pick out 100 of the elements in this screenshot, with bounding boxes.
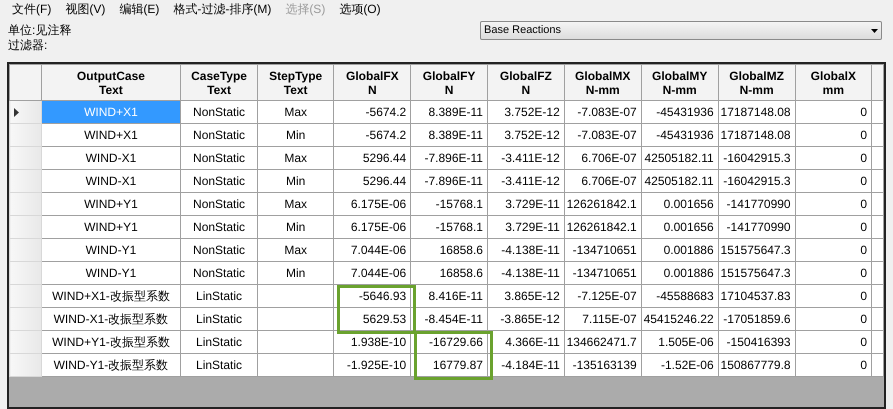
table-cell: -135163139 xyxy=(564,354,642,376)
table-cell: 0 xyxy=(795,354,872,376)
menu-item[interactable]: 文件(F) xyxy=(6,0,58,18)
table-cell: 3.729E-11 xyxy=(487,192,564,216)
column-header[interactable]: StepType Text xyxy=(257,64,334,100)
table-cell: 0.001886 xyxy=(641,262,718,284)
table-cell: -45588683 xyxy=(641,284,718,308)
table-cell: 4.366E-11 xyxy=(487,330,564,354)
table-cell: 7.044E-06 xyxy=(334,238,411,262)
table-cell: WIND-X1 xyxy=(41,170,181,192)
table-cell: NonStatic xyxy=(180,216,258,238)
table-cell: 151575647.3 xyxy=(718,238,796,262)
units-label: 单位:见注释 xyxy=(8,23,72,38)
table-cell: Min xyxy=(257,216,334,238)
table-cell: 150867779.8 xyxy=(718,354,796,376)
table-cell: Max xyxy=(257,238,334,262)
table-cell: -17051859.6 xyxy=(718,308,796,330)
table-cell: LinStatic xyxy=(180,354,258,376)
table-cell: 17187148.08 xyxy=(718,100,796,124)
table-cell: WIND+Y1 xyxy=(41,192,181,216)
table-cell: 17187148.08 xyxy=(718,124,796,146)
table-cell: NonStatic xyxy=(180,170,258,192)
table-cell: WIND-X1 xyxy=(41,146,181,170)
column-header[interactable]: GlobalMZ N-mm xyxy=(718,64,796,100)
table-cell: Max xyxy=(257,192,334,216)
table-cell: Max xyxy=(257,100,334,124)
table-cell: -15768.1 xyxy=(410,192,488,216)
table-cell: -15768.1 xyxy=(410,216,488,238)
column-header[interactable]: GlobalX mm xyxy=(795,64,872,100)
table-cell: -4.138E-11 xyxy=(487,262,564,284)
menu-item[interactable]: 选项(O) xyxy=(333,0,387,18)
table-cell: -1.925E-10 xyxy=(334,354,411,376)
table-cell: -134710651 xyxy=(564,238,642,262)
table-cell: 0 xyxy=(795,262,872,284)
table-cell: -45431936 xyxy=(641,124,718,146)
table-cell: -5674.2 xyxy=(334,100,411,124)
menu-item[interactable]: 格式-过滤-排序(M) xyxy=(167,0,278,18)
table-cell: 42505182.11 xyxy=(641,146,718,170)
table-cell: 16858.6 xyxy=(410,238,488,262)
table-cell: NonStatic xyxy=(180,238,258,262)
column-header[interactable]: GlobalFY N xyxy=(410,64,488,100)
row-header[interactable] xyxy=(10,100,42,124)
table-cell: Min xyxy=(257,262,334,284)
table-cell: -134710651 xyxy=(564,262,642,284)
table-cell: 0 xyxy=(795,284,872,308)
table-cell: NonStatic xyxy=(180,100,258,124)
table-cell: 6.706E-07 xyxy=(564,146,642,170)
table-cell: 16858.6 xyxy=(410,262,488,284)
table-cell: 0.001656 xyxy=(641,192,718,216)
table-cell: -45431936 xyxy=(641,100,718,124)
table-cell: -4.184E-11 xyxy=(487,354,564,376)
table-cell: 126261842.1 xyxy=(564,192,642,216)
dropdown-arrow-icon xyxy=(871,28,878,32)
table-cell: -7.896E-11 xyxy=(410,170,488,192)
table-cell: 8.416E-11 xyxy=(410,284,488,308)
column-header[interactable]: GlobalFX N xyxy=(334,64,411,100)
table-cell: -16042915.3 xyxy=(718,170,796,192)
corner-cell xyxy=(10,64,42,100)
column-header[interactable]: GlobalMX N-mm xyxy=(564,64,642,100)
table-cell: 3.729E-11 xyxy=(487,216,564,238)
table-cell: NonStatic xyxy=(180,192,258,216)
table-cell: 3.865E-12 xyxy=(487,284,564,308)
table-cell: -150416393 xyxy=(718,330,796,354)
table-cell: -3.411E-12 xyxy=(487,146,564,170)
table-cell: 6.175E-06 xyxy=(334,192,411,216)
column-header[interactable]: CaseType Text xyxy=(180,64,258,100)
table-cell: -7.083E-07 xyxy=(564,124,642,146)
table-cell: LinStatic xyxy=(180,330,258,354)
table-cell: -1.52E-06 xyxy=(641,354,718,376)
table-cell: 151575647.3 xyxy=(718,262,796,284)
table-cell: NonStatic xyxy=(180,124,258,146)
table-cell: 0 xyxy=(795,238,872,262)
table-cell: NonStatic xyxy=(180,146,258,170)
table-cell: Max xyxy=(257,146,334,170)
column-header[interactable]: GlobalMY N-mm xyxy=(641,64,718,100)
column-header[interactable]: OutputCase Text xyxy=(41,64,181,100)
table-cell: 8.389E-11 xyxy=(410,100,488,124)
filter-label: 过滤器: xyxy=(8,38,48,53)
table-select[interactable]: Base Reactions xyxy=(480,21,882,40)
table-cell: WIND+Y1 xyxy=(41,216,181,238)
table-cell: -5674.2 xyxy=(334,124,411,146)
table-cell: 45415246.22 xyxy=(641,308,718,330)
table-cell: 42505182.11 xyxy=(641,170,718,192)
menu-item[interactable]: 视图(V) xyxy=(59,0,112,18)
table-cell: WIND+X1-改振型系数 xyxy=(41,284,181,308)
table-cell: 0 xyxy=(795,146,872,170)
table-cell: -7.896E-11 xyxy=(410,146,488,170)
table-cell: 7.115E-07 xyxy=(564,308,642,330)
table-cell: -3.411E-12 xyxy=(487,170,564,192)
table-cell: 17104537.83 xyxy=(718,284,796,308)
column-header[interactable]: GlobalFZ N xyxy=(487,64,564,100)
table-cell: WIND-Y1 xyxy=(41,238,181,262)
menu-item[interactable]: 编辑(E) xyxy=(113,0,166,18)
table-cell: 6.175E-06 xyxy=(334,216,411,238)
column-header[interactable] xyxy=(872,64,884,100)
table-cell: WIND-X1-改振型系数 xyxy=(41,308,181,330)
table-cell: Min xyxy=(257,170,334,192)
table-cell: 134662471.7 xyxy=(564,330,642,354)
table-cell: WIND+X1 xyxy=(41,100,181,124)
current-row-icon xyxy=(14,108,19,116)
